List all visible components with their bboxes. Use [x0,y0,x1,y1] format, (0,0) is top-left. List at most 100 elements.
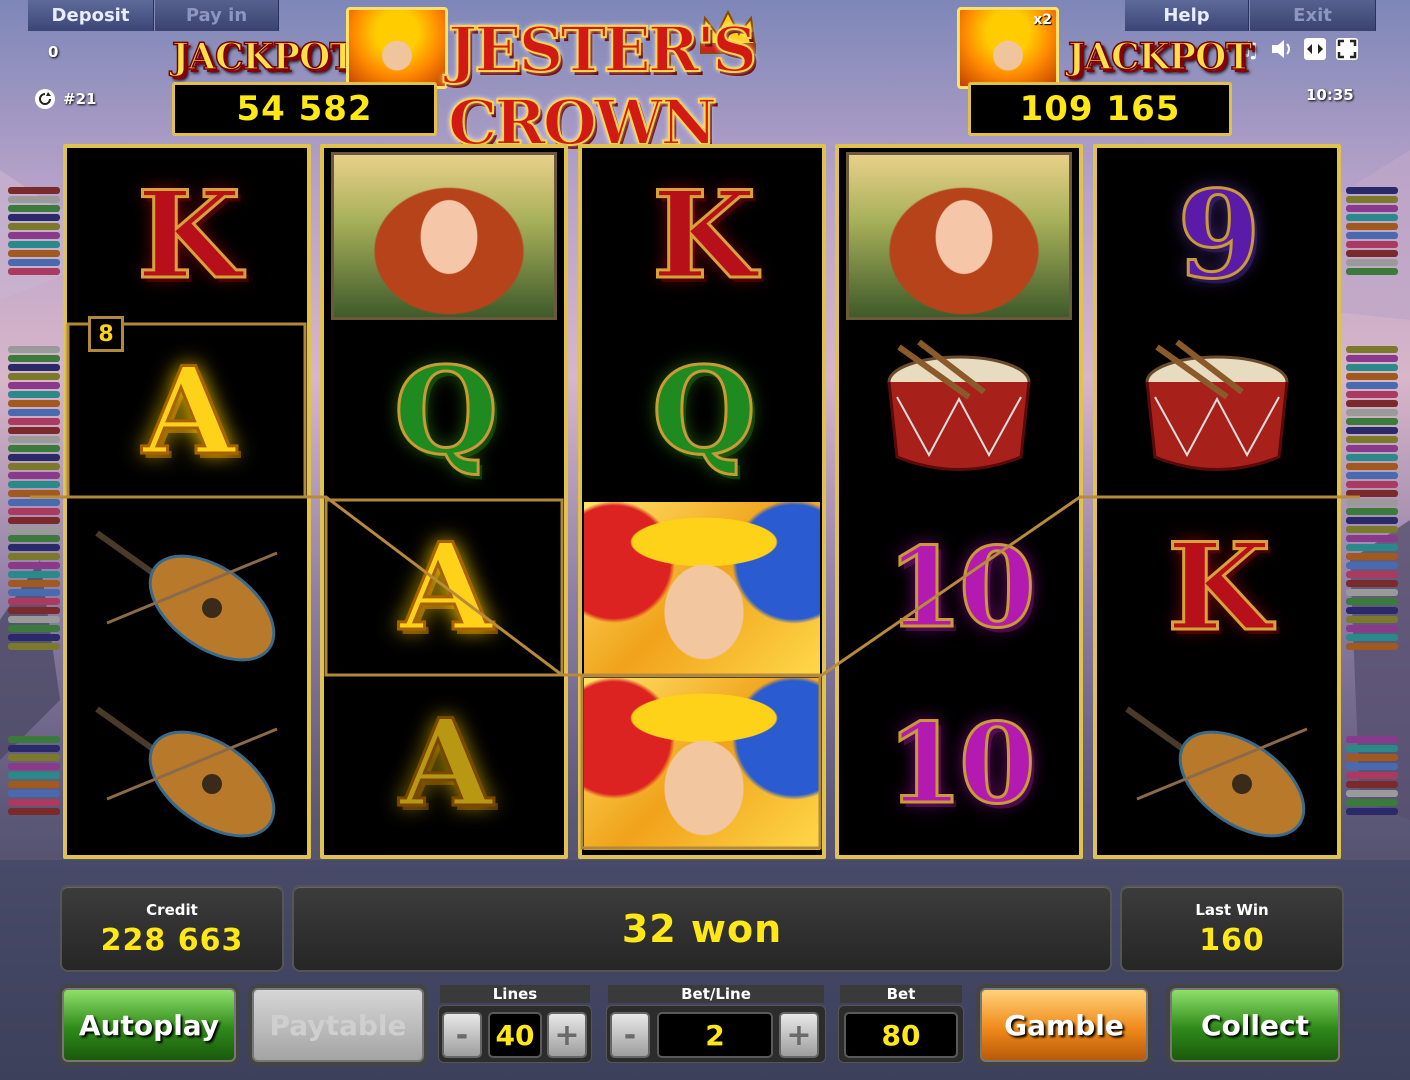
drum-icon [1145,339,1289,471]
symbol-letter: A [141,340,237,482]
payline-marker [1346,790,1398,797]
reel-2: QAA [320,144,568,859]
symbol-letter: Q [392,340,499,482]
payline-marker [1346,634,1398,641]
gamble-button[interactable]: Gamble [980,988,1148,1062]
payline-marker [1346,481,1398,488]
payline-marker [1346,736,1398,743]
payline-marker [8,808,60,815]
symbol-lady [324,148,564,323]
payline-marker [8,517,60,524]
payline-markers-right [1346,736,1398,817]
symbol-k: K [582,148,822,323]
payline-marker [8,463,60,470]
payline-marker [8,241,60,248]
game-logo: JESTER'S CROWN [447,12,758,160]
payline-marker [1346,187,1398,194]
payline-marker [1346,463,1398,470]
bet-line-plus-button[interactable]: + [779,1012,819,1058]
payline-marker [1346,754,1398,761]
payline-marker [1346,436,1398,443]
symbol-lute [67,676,307,851]
lines-plus-button[interactable]: + [547,1012,587,1058]
autoplay-button[interactable]: Autoplay [62,988,236,1062]
payline-marker [8,259,60,266]
paytable-button[interactable]: Paytable [252,988,424,1062]
payline-marker [1346,382,1398,389]
payline-marker [1346,355,1398,362]
payline-marker [1346,346,1398,353]
payline-marker [8,373,60,380]
payline-marker [1346,427,1398,434]
payline-marker [8,445,60,452]
fit-screen-icon[interactable] [1304,38,1326,60]
payline-marker [8,634,60,641]
payline-marker [8,418,60,425]
payline-marker [1346,571,1398,578]
payline-marker [8,544,60,551]
payline-marker [8,481,60,488]
payline-marker [1346,544,1398,551]
payline-marker [8,535,60,542]
pay-in-button[interactable]: Pay in [155,0,279,31]
payline-marker [8,745,60,752]
lute-icon [95,706,278,837]
payline-markers-left [8,736,60,817]
payline-marker [1346,259,1398,266]
payline-marker [8,409,60,416]
payline-marker [8,643,60,650]
payline-markers-left [8,346,60,652]
payline-marker [8,223,60,230]
jester-portrait-right: x2 [957,7,1059,89]
reel-4: 10 10 [835,144,1083,859]
payline-marker [1346,490,1398,497]
symbol-drum [1097,324,1337,499]
payline-marker [8,598,60,605]
symbol-letter: 9 [1176,164,1262,306]
jackpot-left-value: 54 582 [172,82,437,136]
payline-marker [1346,499,1398,506]
symbol-lute [67,500,307,675]
payline-marker [1346,472,1398,479]
deposit-button[interactable]: Deposit [28,0,154,31]
payline-marker [8,499,60,506]
payline-marker [1346,268,1398,275]
payline-marker [1346,373,1398,380]
payline-marker [8,553,60,560]
payline-marker [8,187,60,194]
payline-marker [8,232,60,239]
payline-marker [8,472,60,479]
payline-marker [8,571,60,578]
payline-marker [8,250,60,257]
lines-minus-button[interactable]: - [442,1012,482,1058]
speaker-icon[interactable] [1270,38,1294,64]
payline-marker [1346,781,1398,788]
collect-button[interactable]: Collect [1170,988,1340,1062]
bet-line-minus-button[interactable]: - [610,1012,650,1058]
payline-marker [8,268,60,275]
payline-marker [1346,196,1398,203]
payline-marker [1346,445,1398,452]
credit-value: 228 663 [100,923,244,958]
symbol-9: 9 [1097,148,1337,323]
payline-marker [8,346,60,353]
exit-button[interactable]: Exit [1250,0,1376,31]
payline-marker [8,790,60,797]
help-button[interactable]: Help [1125,0,1249,31]
jester-portrait [584,501,820,674]
payline-marker [1346,607,1398,614]
drum-icon [887,339,1031,471]
symbol-jester [582,676,822,851]
payline-marker [1346,799,1398,806]
game-number: #21 [63,90,97,108]
payline-marker [1346,643,1398,650]
lines-label: Lines [440,985,590,1003]
last-win-panel: Last Win 160 [1120,885,1344,972]
payline-marker [8,580,60,587]
payline-marker [1346,526,1398,533]
fullscreen-icon[interactable] [1336,38,1358,60]
symbol-10: 10 [839,500,1079,675]
payline-marker [1346,625,1398,632]
payline-marker [1346,535,1398,542]
refresh-icon[interactable] [35,89,55,109]
